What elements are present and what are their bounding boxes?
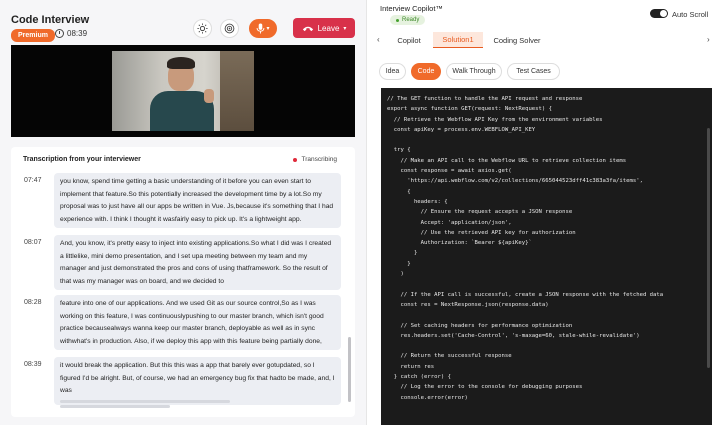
transcribing-label: Transcribing (301, 156, 337, 163)
person-hand (204, 89, 214, 103)
microphone-button[interactable]: ▾ (249, 19, 277, 38)
tab-solution1[interactable]: Solution1 (433, 32, 483, 48)
transcribing-status: Transcribing (293, 156, 337, 163)
transcript-heading: Transcription from your interviewer (23, 156, 141, 163)
subtab-idea[interactable]: Idea (379, 63, 406, 80)
transcript-scrollbar[interactable] (348, 337, 351, 402)
entry-text-content: it would break the application. But this… (60, 362, 335, 394)
leave-button[interactable]: Leave ▾ (293, 18, 355, 38)
partial-text-placeholder (60, 399, 230, 403)
sun-icon (197, 23, 208, 34)
subtab-walk-through[interactable]: Walk Through (446, 63, 502, 80)
target-icon (224, 23, 235, 34)
leave-label: Leave (317, 23, 340, 33)
partial-text-placeholder (60, 404, 170, 408)
code-block[interactable]: // The GET function to handle the API re… (381, 88, 712, 425)
chevron-down-icon: ▾ (266, 26, 270, 32)
app-root: Code Interview Premium 08:39 ▾ Leave ▾ T… (0, 0, 722, 425)
session-timer: 08:39 (55, 29, 87, 38)
entry-text: it would break the application. But this… (54, 357, 341, 408)
recording-dot-icon (293, 157, 298, 162)
status-badge: Ready (390, 15, 426, 25)
tabs-prev-arrow-icon[interactable]: ‹ (377, 35, 380, 44)
entry-text: you know, spend time getting a basic und… (54, 173, 341, 228)
video-feed (11, 45, 355, 137)
code-content: // The GET function to handle the API re… (387, 96, 664, 401)
transcript-card: Transcription from your interviewer Tran… (11, 147, 355, 417)
entry-text-content: you know, spend time getting a basic und… (60, 178, 334, 223)
subtab-code[interactable]: Code (411, 63, 441, 80)
entry-text-content: feature into one of our applications. An… (60, 300, 324, 345)
entry-time: 07:47 (24, 177, 42, 184)
auto-scroll-toggle[interactable] (650, 9, 668, 18)
solution-tabs: ‹ Copilot Solution1 Coding Solver › (375, 32, 715, 48)
interview-panel: Code Interview Premium 08:39 ▾ Leave ▾ T… (0, 0, 366, 425)
entry-time: 08:28 (24, 299, 42, 306)
auto-scroll-label: Auto Scroll (672, 10, 709, 19)
chevron-down-icon: ▾ (343, 25, 347, 32)
entry-text-content: And, you know, it's pretty easy to injec… (60, 240, 332, 285)
transcript-list[interactable]: 07:47 you know, spend time getting a bas… (11, 173, 355, 413)
clock-icon (55, 29, 64, 38)
theme-button[interactable] (193, 19, 212, 38)
subtab-test-cases[interactable]: Test Cases (507, 63, 560, 80)
screen-share-button[interactable] (220, 19, 239, 38)
entry-time: 08:07 (24, 239, 42, 246)
premium-badge: Premium (11, 29, 55, 42)
background-shelf (220, 51, 254, 131)
page-title: Code Interview (11, 14, 90, 26)
microphone-icon (257, 23, 265, 34)
tabs-next-arrow-icon[interactable]: › (707, 35, 710, 44)
entry-text: And, you know, it's pretty easy to injec… (54, 235, 341, 290)
tab-coding-solver[interactable]: Coding Solver (487, 32, 547, 48)
status-dot-icon (396, 18, 399, 22)
entry-time: 08:39 (24, 361, 42, 368)
copilot-title: Interview Copilot™ (380, 4, 443, 13)
tab-copilot[interactable]: Copilot (389, 32, 429, 48)
status-label: Ready (402, 17, 420, 23)
code-scrollbar[interactable] (707, 128, 710, 368)
interviewer-video (112, 51, 254, 131)
phone-hangup-icon (302, 26, 313, 31)
copilot-panel: Interview Copilot™ Ready Auto Scroll ‹ C… (366, 0, 722, 425)
entry-text: feature into one of our applications. An… (54, 295, 341, 350)
person-hair (167, 57, 195, 69)
timer-value: 08:39 (67, 29, 88, 38)
